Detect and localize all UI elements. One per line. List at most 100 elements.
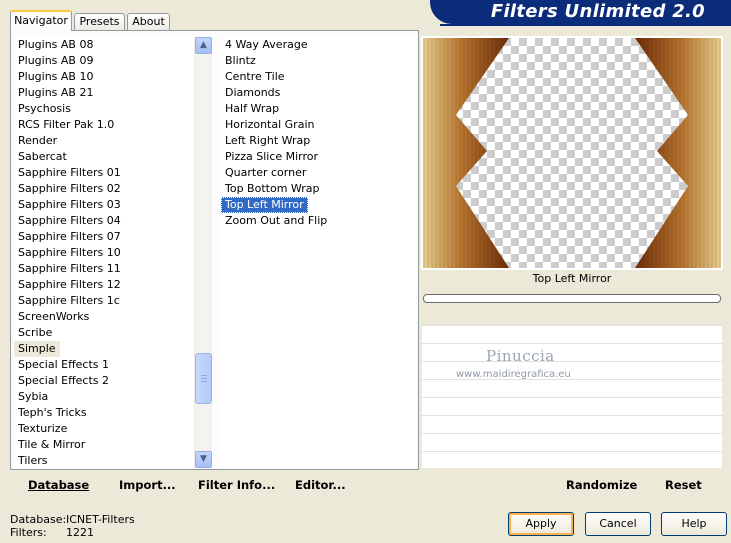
filter-info-button[interactable]: Filter Info...: [198, 478, 275, 492]
category-item[interactable]: Sapphire Filters 10: [14, 245, 194, 261]
category-item[interactable]: Sapphire Filters 04: [14, 213, 194, 229]
filter-item[interactable]: Horizontal Grain: [221, 117, 416, 133]
filter-item[interactable]: Quarter corner: [221, 165, 416, 181]
category-item[interactable]: Scribe: [14, 325, 194, 341]
preview-caption: Top Left Mirror: [532, 272, 612, 285]
parameter-row-divider: [422, 451, 722, 452]
filter-item[interactable]: 4 Way Average: [221, 37, 416, 53]
thumb-grip: [201, 378, 207, 379]
help-button[interactable]: Help: [661, 512, 727, 536]
category-item[interactable]: Sapphire Filters 01: [14, 165, 194, 181]
category-item-label: Plugins AB 09: [18, 54, 94, 67]
parameter-row-divider: [422, 361, 722, 362]
app-title: Filters Unlimited 2.0: [490, 1, 705, 22]
app-banner: Filters Unlimited 2.0: [430, 0, 731, 24]
category-item[interactable]: Plugins AB 08: [14, 37, 194, 53]
parameter-row-divider: [422, 415, 722, 416]
category-item-label: RCS Filter Pak 1.0: [18, 118, 115, 131]
thumb-grip: [201, 381, 207, 382]
category-item-label: Sybia: [18, 390, 49, 403]
watermark-url: www.maidiregrafica.eu: [456, 369, 571, 380]
randomize-button[interactable]: Randomize: [566, 478, 637, 492]
category-item[interactable]: RCS Filter Pak 1.0: [14, 117, 194, 133]
category-item[interactable]: Sapphire Filters 1c: [14, 293, 194, 309]
category-item-label: Psychosis: [18, 102, 71, 115]
database-value: ICNET-Filters: [66, 513, 135, 526]
apply-button[interactable]: Apply: [508, 512, 574, 536]
category-list[interactable]: Plugins AB 08 Plugins AB 09 Plugins AB 10 P…: [14, 37, 194, 468]
tab-navigator[interactable]: Navigator: [10, 10, 72, 31]
category-item-label: Scribe: [18, 326, 53, 339]
category-item[interactable]: Sapphire Filters 03: [14, 197, 194, 213]
category-item[interactable]: Sapphire Filters 07: [14, 229, 194, 245]
filter-item[interactable]: Pizza Slice Mirror: [221, 149, 416, 165]
parameter-row-divider: [422, 433, 722, 434]
filter-item-label: Top Bottom Wrap: [225, 182, 320, 195]
filter-item[interactable]: Top Bottom Wrap: [221, 181, 416, 197]
category-item-label: Special Effects 1: [18, 358, 110, 371]
filter-item-label: Blintz: [225, 54, 256, 67]
filters-label: Filters:: [10, 526, 47, 539]
category-item[interactable]: Sapphire Filters 02: [14, 181, 194, 197]
filter-item-label: Horizontal Grain: [225, 118, 315, 131]
filter-item[interactable]: Left Right Wrap: [221, 133, 416, 149]
category-item[interactable]: Tilers: [14, 453, 194, 468]
editor-button[interactable]: Editor...: [295, 478, 346, 492]
category-item[interactable]: Sybia: [14, 389, 194, 405]
filter-item-label: 4 Way Average: [225, 38, 308, 51]
filter-item[interactable]: Top Left Mirror: [221, 197, 416, 213]
category-item[interactable]: Sapphire Filters 12: [14, 277, 194, 293]
import-button[interactable]: Import...: [119, 478, 176, 492]
filter-list[interactable]: 4 Way Average Blintz Centre Tile Diamonds Ha…: [221, 37, 416, 468]
category-item[interactable]: ScreenWorks: [14, 309, 194, 325]
category-item[interactable]: Special Effects 1: [14, 357, 194, 373]
cancel-button[interactable]: Cancel: [585, 512, 651, 536]
scrollbar-thumb[interactable]: [195, 353, 212, 404]
category-item[interactable]: Special Effects 2: [14, 373, 194, 389]
category-item-label: Sapphire Filters 11: [18, 262, 121, 275]
category-item[interactable]: Plugins AB 21: [14, 85, 194, 101]
banner-underline: [440, 24, 731, 26]
parameter-row-divider: [422, 343, 722, 344]
category-item-label: Sapphire Filters 03: [18, 198, 121, 211]
database-button[interactable]: Database: [28, 478, 89, 492]
category-item-label: ScreenWorks: [18, 310, 90, 323]
category-item[interactable]: Render: [14, 133, 194, 149]
category-item[interactable]: Sapphire Filters 11: [14, 261, 194, 277]
category-item[interactable]: Simple: [14, 341, 194, 357]
category-item[interactable]: Texturize: [14, 421, 194, 437]
chevron-down-icon[interactable]: ▼: [195, 451, 212, 468]
filter-item[interactable]: Half Wrap: [221, 101, 416, 117]
chevron-up-icon[interactable]: ▲: [195, 37, 212, 54]
category-item[interactable]: Plugins AB 09: [14, 53, 194, 69]
filter-item[interactable]: Diamonds: [221, 85, 416, 101]
tab-about[interactable]: About: [127, 13, 170, 30]
category-item[interactable]: Sabercat: [14, 149, 194, 165]
category-item[interactable]: Teph's Tricks: [14, 405, 194, 421]
filter-item-label: Quarter corner: [225, 166, 307, 179]
reset-button[interactable]: Reset: [665, 478, 702, 492]
category-item-label: Tile & Mirror: [18, 438, 86, 451]
filter-item-label: Top Left Mirror: [221, 197, 308, 213]
category-item-label: Texturize: [18, 422, 68, 435]
category-scrollbar[interactable]: ▲ ▼: [194, 37, 212, 468]
category-item-label: Sapphire Filters 12: [18, 278, 121, 291]
filter-item-label: Diamonds: [225, 86, 281, 99]
parameter-header: [422, 306, 722, 325]
parameter-row-divider: [422, 325, 722, 326]
filter-item[interactable]: Zoom Out and Flip: [221, 213, 416, 229]
category-item[interactable]: Psychosis: [14, 101, 194, 117]
category-item-label: Sapphire Filters 04: [18, 214, 121, 227]
category-item-label: Special Effects 2: [18, 374, 110, 387]
filter-item-label: Pizza Slice Mirror: [225, 150, 319, 163]
category-item-label: Sapphire Filters 1c: [18, 294, 120, 307]
filter-item-label: Left Right Wrap: [225, 134, 311, 147]
category-item[interactable]: Plugins AB 10: [14, 69, 194, 85]
parameter-area: [422, 306, 722, 468]
category-item-label: Simple: [14, 341, 60, 357]
category-item[interactable]: Tile & Mirror: [14, 437, 194, 453]
database-label: Database:: [10, 513, 67, 526]
filter-item[interactable]: Centre Tile: [221, 69, 416, 85]
filter-item[interactable]: Blintz: [221, 53, 416, 69]
tab-presets[interactable]: Presets: [74, 13, 125, 30]
